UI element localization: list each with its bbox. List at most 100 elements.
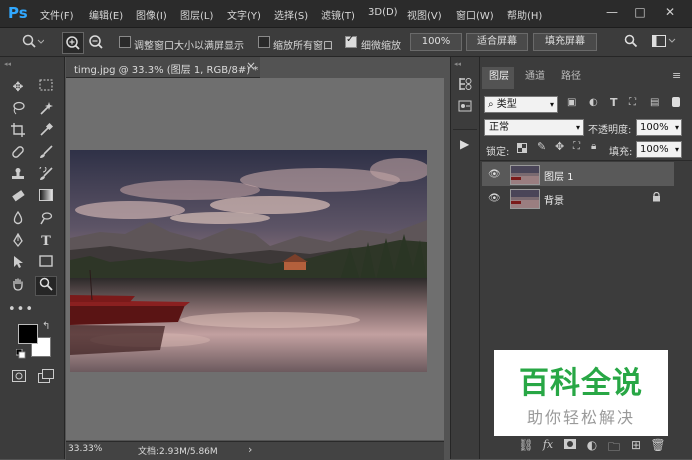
menu-file[interactable]: 文件(F) (40, 7, 74, 22)
adjustment-layer-icon[interactable]: ◐ (584, 438, 600, 452)
history-brush-tool-icon[interactable] (36, 165, 56, 185)
scrubby-zoom-checkbox[interactable] (345, 34, 357, 48)
filter-pixel-icon[interactable]: ▣ (567, 97, 576, 108)
document-tab[interactable]: timg.jpg @ 33.3% (图层 1, RGB/8#) * × (66, 57, 260, 78)
path-selection-tool-icon[interactable] (8, 255, 28, 273)
zoom-tool-preset-icon[interactable] (22, 34, 45, 53)
tab-channels[interactable]: 通道 (525, 67, 545, 82)
lock-transparent-icon[interactable] (517, 143, 527, 156)
menu-layer[interactable]: 图层(L) (180, 7, 213, 22)
marquee-tool-icon[interactable] (36, 79, 56, 97)
app-logo: Ps (8, 4, 28, 22)
lasso-tool-icon[interactable] (8, 101, 28, 119)
filter-shape-icon[interactable]: ⛶ (629, 97, 636, 108)
filter-type-icon[interactable]: T (610, 96, 618, 109)
layer-filter-select[interactable]: ⌕ 类型 ▾ (484, 96, 558, 113)
dodge-tool-icon[interactable] (36, 211, 56, 229)
opacity-input[interactable]: 100% ▾ (636, 119, 682, 136)
crop-tool-icon[interactable] (8, 123, 28, 141)
healing-brush-tool-icon[interactable] (8, 145, 28, 163)
new-layer-icon[interactable]: ⊞ (628, 438, 644, 452)
add-mask-icon[interactable] (562, 438, 578, 452)
menu-image[interactable]: 图像(I) (136, 7, 167, 22)
document-tab-title: timg.jpg @ 33.3% (图层 1, RGB/8#) * (74, 65, 259, 76)
rectangle-tool-icon[interactable] (36, 255, 56, 273)
lock-pixels-icon[interactable]: ✎ (537, 140, 546, 153)
menu-view[interactable]: 视图(V) (407, 7, 442, 22)
lock-all-icon[interactable]: 🔒︎ (591, 141, 596, 152)
delete-layer-icon[interactable]: 🗑︎ (650, 438, 666, 452)
zoom-out-icon[interactable] (86, 32, 106, 52)
lock-position-icon[interactable]: ✥ (555, 140, 564, 153)
menu-3d[interactable]: 3D(D) (368, 7, 398, 18)
menu-edit[interactable]: 编辑(E) (89, 7, 123, 22)
fill-input[interactable]: 100% ▾ (636, 141, 682, 158)
canvas-image[interactable] (70, 150, 427, 372)
fill-screen-button[interactable]: 填充屏幕 (533, 33, 597, 51)
blend-dropdown-icon: ▾ (575, 123, 580, 132)
visibility-eye-icon[interactable]: 👁︎ (488, 193, 501, 204)
dock-collapse-icon[interactable]: ◂◂ (454, 60, 461, 68)
filter-search-icon: ⌕ (488, 99, 494, 110)
brush-tool-icon[interactable] (36, 145, 56, 163)
zoom-in-icon[interactable] (62, 32, 84, 54)
foreground-color-swatch[interactable] (18, 324, 38, 344)
menu-help[interactable]: 帮助(H) (507, 7, 542, 22)
resize-windows-label: 调整窗口大小以满屏显示 (134, 41, 244, 52)
tab-paths[interactable]: 路径 (561, 67, 581, 82)
properties-panel-icon[interactable] (458, 99, 472, 116)
filter-adjustment-icon[interactable]: ◐ (589, 97, 598, 108)
layer-style-fx-icon[interactable]: fx (540, 438, 556, 451)
link-layers-icon[interactable]: ⛓︎ (518, 438, 534, 452)
workspace-switcher-icon[interactable] (652, 35, 676, 50)
eraser-tool-icon[interactable] (8, 189, 28, 207)
menu-filter[interactable]: 滤镜(T) (321, 7, 355, 22)
eyedropper-tool-icon[interactable] (36, 122, 56, 141)
blur-tool-icon[interactable] (8, 210, 28, 229)
zoom-all-windows-label: 缩放所有窗口 (273, 41, 333, 52)
magic-wand-tool-icon[interactable] (36, 101, 56, 119)
zoom-tool-icon[interactable] (35, 276, 57, 296)
quick-mask-icon[interactable] (12, 370, 26, 385)
hand-tool-icon[interactable] (8, 277, 28, 295)
minimize-button[interactable]: — (604, 4, 620, 20)
lock-artboard-icon[interactable]: ⛶ (573, 141, 580, 152)
zoom-level[interactable]: 33.33% (68, 444, 102, 454)
move-tool-icon[interactable]: ✥ (8, 79, 28, 97)
layer-name: 背景 (544, 196, 564, 207)
close-button[interactable]: ✕ (662, 4, 678, 20)
status-menu-arrow-icon[interactable]: › (248, 443, 252, 456)
panel-menu-icon[interactable]: ≡ (672, 69, 681, 82)
search-icon[interactable] (624, 34, 638, 51)
pen-tool-icon[interactable] (8, 232, 28, 251)
screen-mode-icon[interactable] (38, 369, 54, 386)
filter-smart-object-icon[interactable]: ▤ (650, 97, 659, 108)
type-tool-icon[interactable]: T (36, 233, 56, 251)
fill-label: 填充: (609, 147, 633, 158)
layer-lock-icon[interactable] (652, 191, 661, 205)
new-group-icon[interactable]: 🗀︎ (606, 438, 622, 459)
more-tools-icon[interactable]: ••• (8, 301, 33, 319)
menu-type[interactable]: 文字(Y) (227, 7, 261, 22)
zoom-100-button[interactable]: 100% (410, 33, 462, 51)
clone-stamp-tool-icon[interactable] (8, 167, 28, 185)
tab-layers[interactable]: 图层 (489, 67, 509, 82)
layer-row-layer-1[interactable]: 👁︎ 图层 1 (482, 162, 674, 186)
gradient-tool-icon[interactable] (36, 189, 56, 207)
menu-window[interactable]: 窗口(W) (456, 7, 494, 22)
document-close-icon[interactable]: × (246, 59, 256, 73)
resize-windows-checkbox[interactable] (119, 36, 131, 48)
blend-mode-select[interactable]: 正常 ▾ (484, 119, 584, 136)
collapse-icon[interactable]: ◂◂ (4, 60, 11, 68)
fit-screen-button[interactable]: 适合屏幕 (466, 33, 528, 51)
visibility-eye-icon[interactable]: 👁︎ (488, 169, 501, 180)
layer-row-background[interactable]: 👁︎ 背景 (482, 186, 674, 210)
history-panel-icon[interactable] (458, 77, 472, 94)
maximize-button[interactable]: □ (632, 4, 648, 20)
actions-play-icon[interactable]: ▶ (460, 137, 469, 151)
default-colors-icon[interactable] (15, 348, 26, 362)
zoom-all-windows-checkbox[interactable] (258, 36, 270, 48)
swap-colors-icon[interactable]: ↰ (42, 321, 50, 332)
menu-select[interactable]: 选择(S) (274, 7, 308, 22)
filter-toggle-icon[interactable] (672, 97, 680, 107)
